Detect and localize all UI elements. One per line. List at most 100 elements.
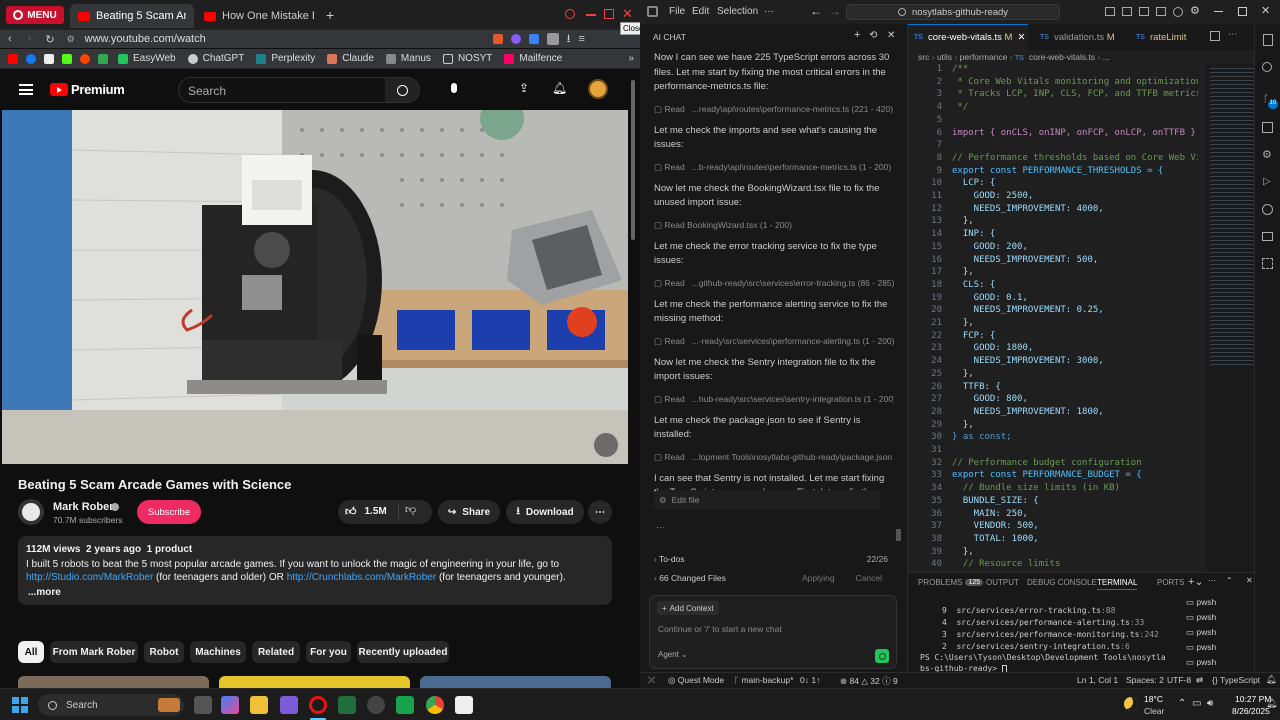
quest-mode-status[interactable]: ◎ Quest Mode <box>668 675 724 686</box>
code-line[interactable]: 22 FCP: { <box>908 331 1198 344</box>
description-box[interactable]: 112M views 2 years ago 1 product I built… <box>18 536 612 605</box>
bookmark-easyweb[interactable]: EasyWeb <box>118 53 176 64</box>
app-icon[interactable] <box>396 696 414 714</box>
tab-ports[interactable]: PORTS <box>1157 578 1184 587</box>
studio-link[interactable]: http://Studio.com/MarkRober <box>26 572 153 583</box>
tab-second-video[interactable]: How One Mistake Broke Ca <box>196 4 322 28</box>
chip-machines[interactable]: Machines <box>190 641 246 663</box>
search-box[interactable]: Search <box>178 77 420 103</box>
chip-all[interactable]: All <box>18 641 44 663</box>
channel-avatar[interactable] <box>18 499 44 525</box>
terminal-instance[interactable]: ▭ pwsh <box>1186 612 1216 623</box>
volume-icon[interactable]: 🔊︎ <box>1207 698 1213 709</box>
read-file-step[interactable]: ▢ Read ...github-ready\src\services\erro… <box>654 278 894 289</box>
chat-scrollbar[interactable] <box>896 529 901 541</box>
branch-status[interactable]: ᚴ main-backup* <box>734 675 793 685</box>
panel-more-icon[interactable]: ⋯ <box>1208 576 1216 585</box>
cursor-position[interactable]: Ln 1, Col 1 <box>1077 675 1118 685</box>
code-line[interactable]: 18 CLS: { <box>908 280 1198 293</box>
code-line[interactable]: 15 GOOD: 200, <box>908 242 1198 255</box>
terminal-taskbar-icon[interactable] <box>338 696 356 714</box>
code-line[interactable]: 5 <box>908 115 1198 128</box>
extensions-icon[interactable] <box>1262 122 1273 133</box>
play-bookmark-icon[interactable] <box>98 53 108 64</box>
tab-terminal[interactable]: TERMINAL <box>1097 578 1138 590</box>
split-editor-icon[interactable] <box>1210 31 1220 41</box>
notification-bell-icon[interactable]: 🔔︎ <box>1266 698 1277 709</box>
toggle-panel-icon[interactable] <box>1122 7 1132 16</box>
extension-icon[interactable] <box>492 34 503 44</box>
search-button[interactable] <box>385 78 419 102</box>
code-line[interactable]: 34 // Bundle size limits (in KB) <box>908 483 1198 496</box>
remote-icon[interactable]: ⤫ <box>648 675 655 686</box>
code-line[interactable]: 9 export const PERFORMANCE_THRESHOLDS = { <box>908 166 1198 179</box>
youtube-bookmark-icon[interactable] <box>8 53 18 64</box>
start-button[interactable] <box>12 697 28 713</box>
code-line[interactable]: 26 TTFB: { <box>908 382 1198 395</box>
code-line[interactable]: 8 // Performance thresholds based on Core… <box>908 153 1198 166</box>
code-line[interactable]: 33 export const PERFORMANCE_BUDGET = { <box>908 470 1198 483</box>
bookmark-nosyt[interactable]: NOSYT <box>442 53 492 64</box>
code-line[interactable]: 40 // Resource limits <box>908 559 1198 572</box>
new-terminal-icon[interactable]: +⌄ <box>1188 575 1204 588</box>
x-bookmark-icon[interactable] <box>44 53 54 64</box>
code-area[interactable]: 1 /** 2 * Core Web Vitals monitoring and o… <box>908 64 1198 572</box>
tab-debug-console[interactable]: DEBUG CONSOLE <box>1027 578 1097 587</box>
copilot-icon[interactable] <box>221 696 239 714</box>
terminal-instance[interactable]: ▭ pwsh <box>1186 657 1216 668</box>
code-line[interactable]: 37 VENDOR: 500, <box>908 521 1198 534</box>
notifications-bell-icon[interactable]: 🔔︎ <box>552 81 567 95</box>
browser-menu-button[interactable]: MENU <box>6 6 64 24</box>
language-status[interactable]: {} TypeScript <box>1212 675 1260 685</box>
maximize-panel-icon[interactable]: ⌃ <box>1226 576 1233 585</box>
ide-close-button[interactable]: ✕ <box>1261 4 1270 17</box>
download-button[interactable]: ⭳ Download <box>506 500 584 524</box>
app-icon[interactable] <box>280 696 298 714</box>
close-chat-icon[interactable]: ✕ <box>887 30 895 41</box>
site-info-icon[interactable]: ⚙ <box>67 34 75 45</box>
url-field[interactable]: www.youtube.com/watch <box>85 33 485 45</box>
menu-more[interactable]: ··· <box>764 6 774 17</box>
code-line[interactable]: 16 NEEDS_IMPROVEMENT: 500, <box>908 255 1198 268</box>
microphone-icon[interactable] <box>451 83 457 93</box>
chip-recently-uploaded[interactable]: Recently uploaded <box>357 641 449 663</box>
ide-minimize-button[interactable] <box>1214 11 1223 12</box>
read-file-step[interactable]: ▢ Read ...lopment Tools\nosytlabs-github… <box>654 452 894 463</box>
tab-youtube-video[interactable]: Beating 5 Scam Arcade Games <box>70 4 194 28</box>
code-line[interactable]: 28 NEEDS_IMPROVEMENT: 1800, <box>908 407 1198 420</box>
dislike-button[interactable]: 👎︎ <box>398 503 416 519</box>
explorer-icon[interactable] <box>1263 34 1273 46</box>
accounts-icon[interactable] <box>1262 204 1273 215</box>
code-line[interactable]: 12 NEEDS_IMPROVEMENT: 4000, <box>908 204 1198 217</box>
cancel-button[interactable]: Cancel <box>856 573 882 583</box>
like-button[interactable]: 👍︎ 1.5M <box>345 505 387 518</box>
code-line[interactable]: 29 }, <box>908 420 1198 433</box>
close-tab-icon[interactable]: ✕ <box>1017 32 1025 43</box>
youtube-premium-logo[interactable]: Premium <box>50 82 125 97</box>
chip-related[interactable]: Related <box>252 641 300 663</box>
code-line[interactable]: 6 import { onCLS, onINP, onFCP, onLCP, on… <box>908 128 1198 141</box>
code-line[interactable]: 10 LCP: { <box>908 178 1198 191</box>
tab-problems[interactable]: PROBLEMS 125 <box>918 578 984 587</box>
settings-gear-icon[interactable]: ⚙ <box>1262 148 1272 161</box>
extensions-blocks-icon[interactable] <box>1262 258 1273 269</box>
search-input[interactable]: Search <box>188 84 226 98</box>
code-line[interactable]: 36 MAIN: 250, <box>908 509 1198 522</box>
close-panel-icon[interactable]: ✕ <box>1246 576 1253 585</box>
read-file-step[interactable]: ▢ Read ...-ready\src\services\performanc… <box>654 336 894 347</box>
task-view-icon[interactable] <box>194 696 212 714</box>
ide-maximize-button[interactable] <box>1238 7 1247 16</box>
menu-file[interactable]: File <box>669 6 685 17</box>
avatar[interactable] <box>588 79 608 99</box>
chip-from-mark-rober[interactable]: From Mark Rober <box>50 641 138 663</box>
share-button[interactable]: ↪ Share <box>438 500 500 524</box>
forward-icon[interactable]: › <box>28 33 32 45</box>
clock-date[interactable]: 8/26/2025 <box>1232 706 1270 716</box>
code-line[interactable]: 30} as const; <box>908 432 1198 445</box>
facebook-bookmark-icon[interactable] <box>26 53 36 64</box>
bookmark-perplexity[interactable]: Perplexity <box>256 53 315 64</box>
bookmark-claude[interactable]: Claude <box>327 53 374 64</box>
problems-status[interactable]: ⊗ 84 △ 32 ⓘ 9 <box>840 675 898 687</box>
code-line[interactable]: 4 */ <box>908 102 1198 115</box>
agent-mode-select[interactable]: Agent ⌄ <box>658 650 688 659</box>
